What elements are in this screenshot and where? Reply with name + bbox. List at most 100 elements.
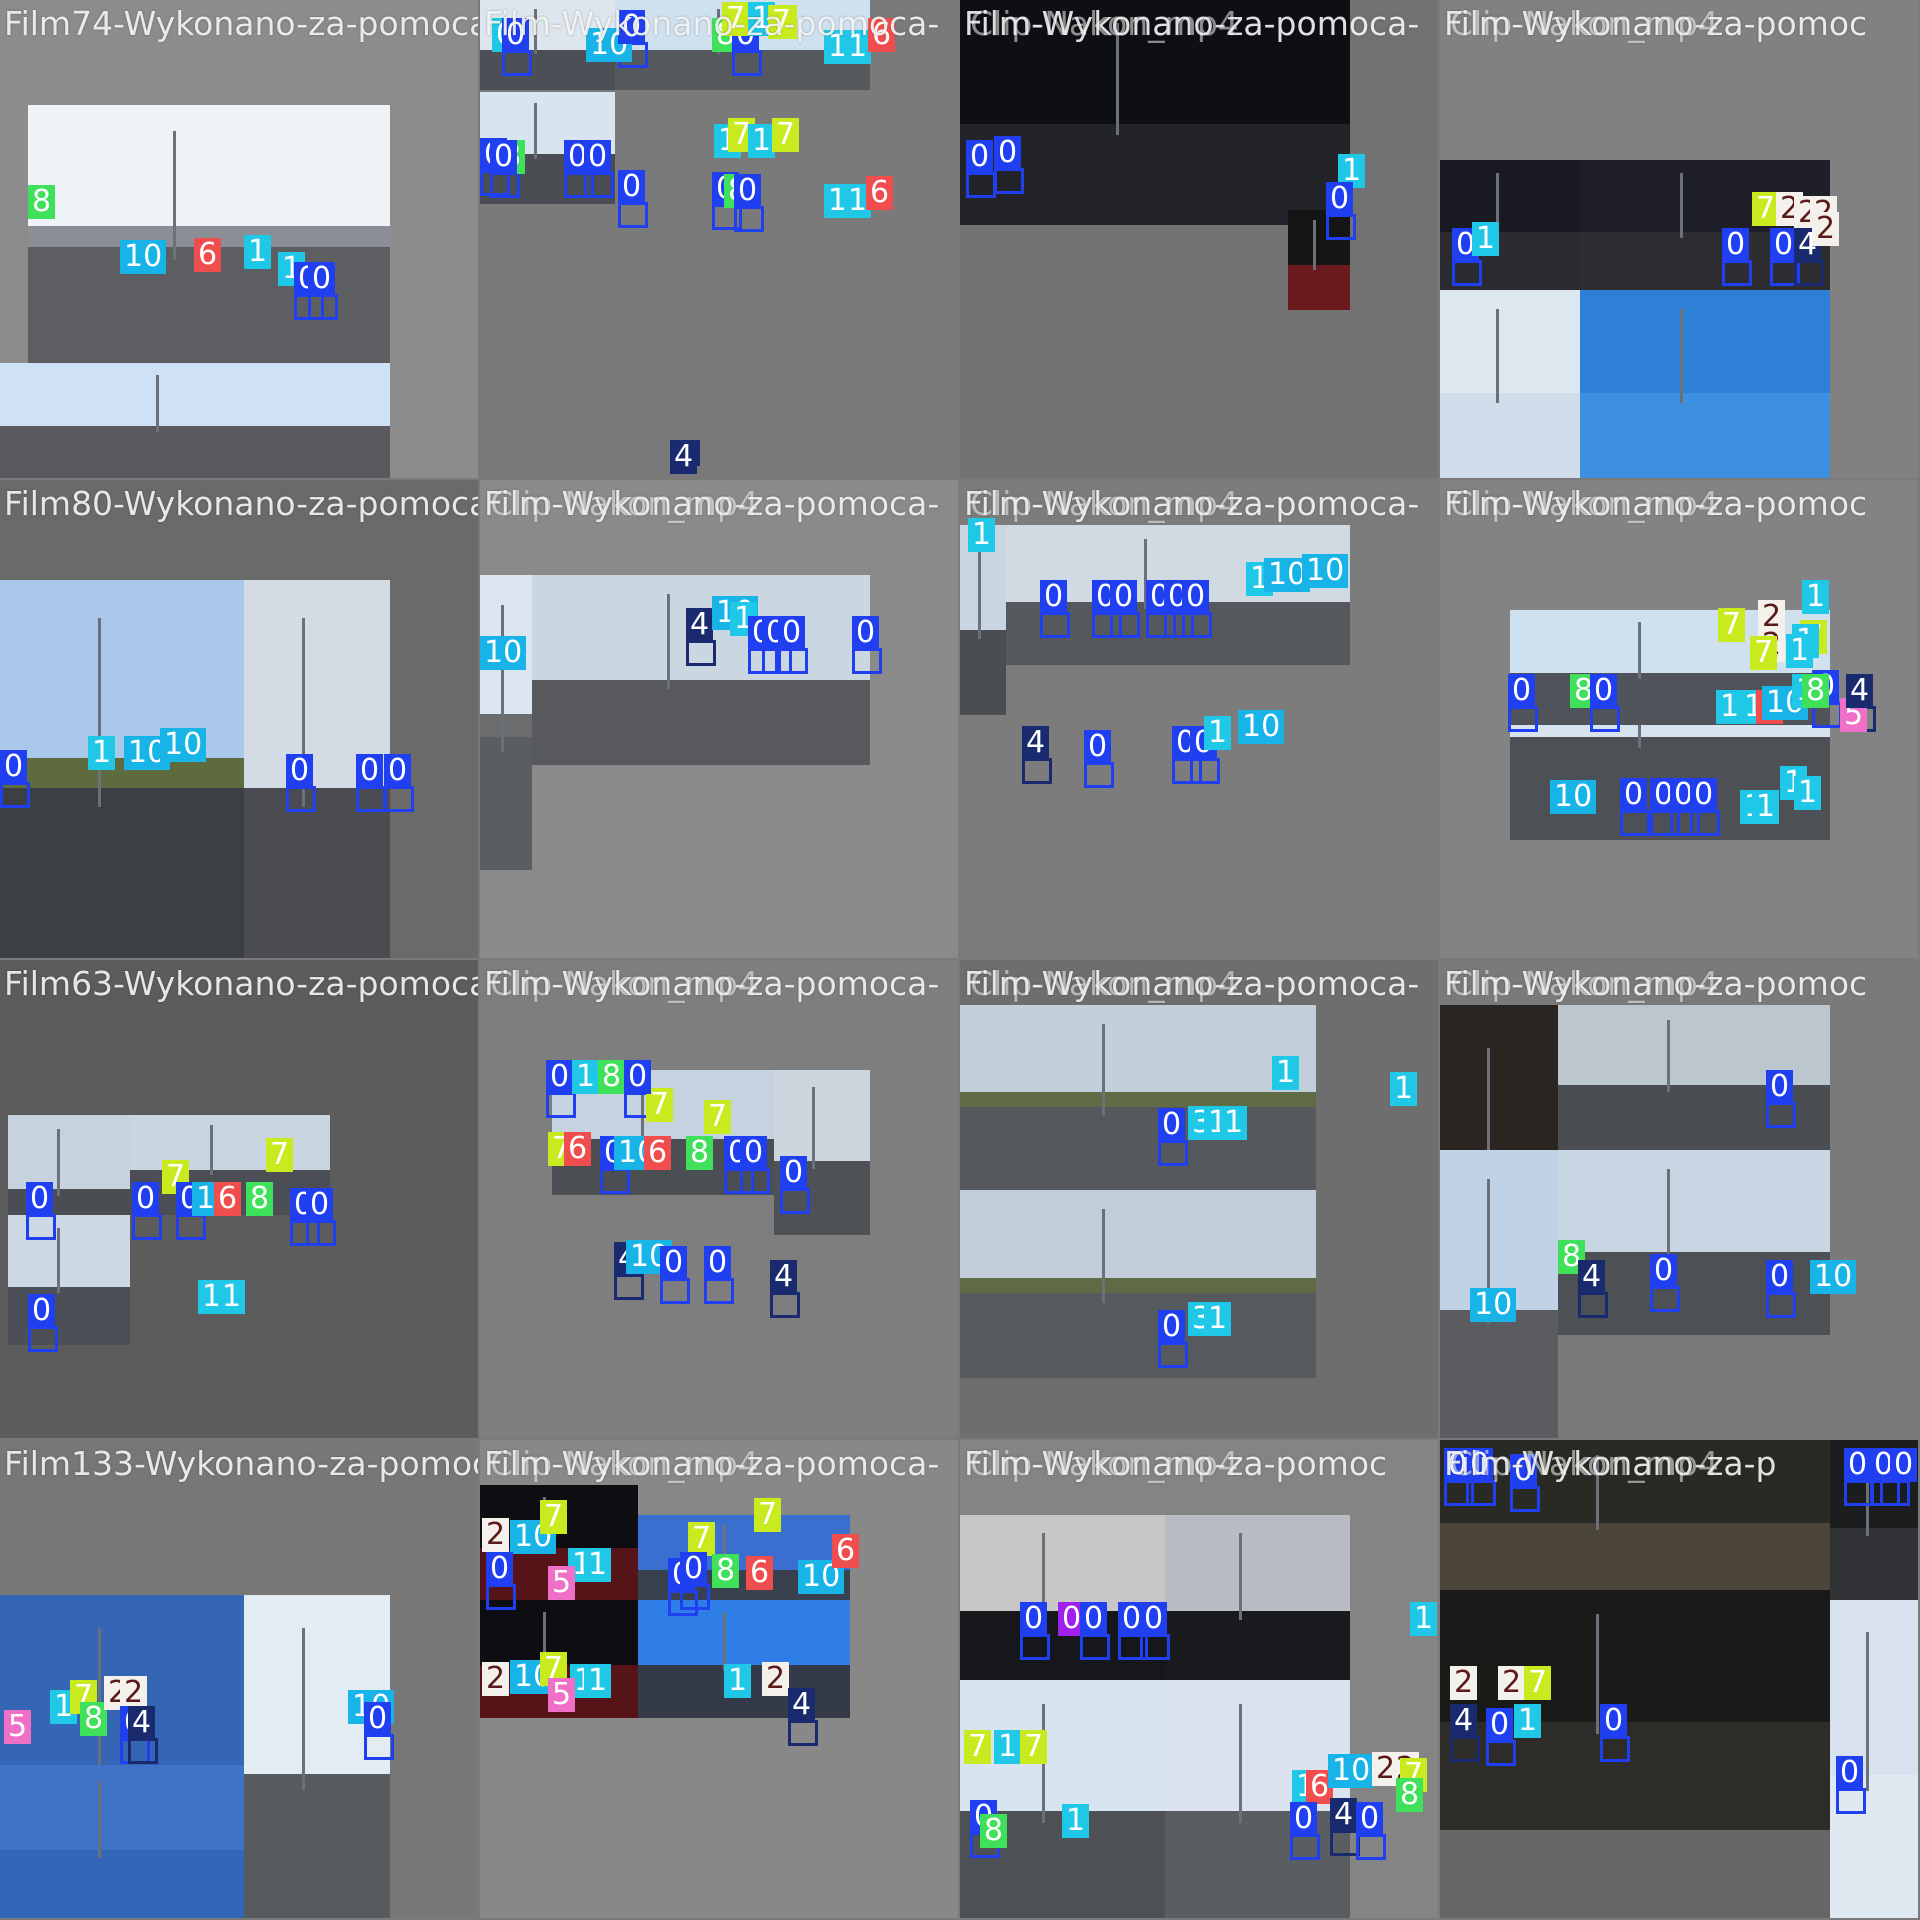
detection-box bbox=[1110, 612, 1140, 638]
detection-label: 0 bbox=[490, 140, 518, 174]
detection-label: 1 bbox=[1204, 1302, 1232, 1336]
tile-title: Clip-Nakon_mp4 bbox=[490, 964, 759, 1003]
detection-label: 1 bbox=[1786, 634, 1814, 668]
detection-label: 8 bbox=[598, 1060, 626, 1094]
detection-box bbox=[306, 1220, 336, 1246]
road-surface bbox=[1165, 1810, 1350, 1918]
detection-label: 10 bbox=[1470, 1288, 1517, 1322]
detection-box bbox=[486, 1584, 516, 1610]
detection-label: 0 bbox=[286, 754, 314, 788]
detection-label: 1 bbox=[1410, 1602, 1438, 1636]
tile-title: Clip-Nakon_mp4 bbox=[970, 964, 1239, 1003]
mosaic-tile: Film-Wykonano-za-p Clip-Nakon_mp4 0 0 0 0 0 0 2 2… bbox=[1440, 1440, 1918, 1918]
road-surface bbox=[1440, 1522, 1830, 1590]
road-photo-fragment bbox=[532, 575, 870, 765]
road-surface bbox=[244, 787, 390, 958]
lamp-pole bbox=[1239, 1532, 1242, 1620]
detection-label: 8 bbox=[1802, 674, 1830, 708]
mosaic-tile: Film74-Wykonano-za-pomoca-81061100 bbox=[0, 0, 478, 478]
tile-title: Film-Wykonano-za-pomoca- bbox=[484, 4, 940, 43]
detection-label: 0 bbox=[704, 1246, 732, 1280]
detection-box bbox=[286, 786, 316, 812]
detection-label: 0 bbox=[1020, 1602, 1048, 1636]
road-surface bbox=[1830, 1528, 1918, 1600]
detection-label: 0 bbox=[26, 1182, 54, 1216]
road-photo-fragment bbox=[28, 105, 390, 363]
tile-title: Film74-Wykonano-za-pomoca- bbox=[4, 4, 478, 43]
lamp-pole bbox=[1239, 1703, 1242, 1823]
lamp-pole bbox=[98, 1780, 101, 1858]
detection-label: 4 bbox=[1330, 1798, 1358, 1832]
detection-label: 10 bbox=[480, 636, 527, 670]
detection-label: 4 bbox=[1450, 1704, 1478, 1738]
detection-label: 6 bbox=[564, 1132, 592, 1166]
detection-label: 1 bbox=[1514, 1704, 1542, 1738]
detection-label: 4 bbox=[1578, 1260, 1606, 1294]
detection-box bbox=[308, 294, 338, 320]
detection-box bbox=[734, 206, 764, 232]
road-surface bbox=[8, 1286, 130, 1345]
detection-label: 1 bbox=[1062, 1804, 1090, 1838]
road-surface bbox=[244, 1773, 390, 1918]
detection-label: 1 bbox=[1794, 776, 1822, 810]
mosaic-tile: Film-Wykonano-za-pomoca-Clip-Nakon_mp410… bbox=[480, 480, 958, 958]
detection-label: 4 bbox=[788, 1688, 816, 1722]
lamp-pole bbox=[1680, 173, 1683, 238]
detection-box bbox=[614, 1274, 644, 1300]
detection-label: 0 bbox=[1080, 1602, 1108, 1636]
lamp-pole bbox=[57, 1228, 60, 1293]
detection-label: 0 bbox=[1890, 1448, 1918, 1482]
detection-label: 0 bbox=[1356, 1802, 1384, 1836]
lamp-pole bbox=[723, 1611, 726, 1671]
detection-label: 0 bbox=[740, 1136, 768, 1170]
detection-label: 10 bbox=[1810, 1260, 1857, 1294]
mosaic-tile: Film-Wykonano-za-pomoca- Clip-Nakon_mp4 2 1… bbox=[480, 1440, 958, 1918]
detection-label: 10 bbox=[1238, 710, 1285, 744]
lamp-pole bbox=[1496, 308, 1499, 403]
detection-label: 4 bbox=[1022, 726, 1050, 760]
detection-box bbox=[1158, 1342, 1188, 1368]
detection-label: 5 bbox=[548, 1678, 576, 1712]
detection-label: 0 bbox=[1158, 1108, 1186, 1142]
detection-label: 0 bbox=[1110, 580, 1138, 614]
detection-label: 2 bbox=[482, 1518, 510, 1552]
mosaic-tile: Film-Wykonano-za-pomocClip-Nakon_mp47227… bbox=[1440, 480, 1918, 958]
detection-label: 7 bbox=[540, 1500, 568, 1534]
roadside-strip bbox=[480, 713, 532, 738]
detection-label: 0 bbox=[546, 1060, 574, 1094]
detection-box bbox=[660, 1278, 690, 1304]
detection-label: 0 bbox=[1040, 580, 1068, 614]
detection-label: 0 bbox=[1650, 1254, 1678, 1288]
detection-box bbox=[384, 786, 414, 812]
lamp-pole bbox=[1102, 1023, 1105, 1116]
detection-box bbox=[1450, 1736, 1480, 1762]
tile-title: Film80-Wykonano-za-pomoca- bbox=[4, 484, 478, 523]
tile-title: Clip-Nakon_mp4 bbox=[1450, 1444, 1719, 1483]
detection-box bbox=[26, 1214, 56, 1240]
detection-label: 0 bbox=[384, 754, 412, 788]
lamp-pole bbox=[1638, 621, 1641, 679]
detection-box bbox=[852, 648, 882, 674]
mosaic-tile: Film-Wykonano-za-pomoca- Clip-Nakon_mp4 1 1… bbox=[960, 960, 1438, 1438]
tile-title: Film63-Wykonano-za-pomoca- bbox=[4, 964, 478, 1003]
detection-label: 6 bbox=[746, 1556, 774, 1590]
detection-label: 0 bbox=[778, 616, 806, 650]
detection-box bbox=[1140, 1634, 1170, 1660]
detection-label: 0 bbox=[1600, 1704, 1628, 1738]
detection-box bbox=[502, 50, 532, 76]
detection-label: 0 bbox=[584, 140, 612, 174]
mosaic-grid: Film74-Wykonano-za-pomoca-81061100Film-W… bbox=[0, 0, 1920, 1920]
detection-box bbox=[1510, 1486, 1540, 1512]
road-surface bbox=[1288, 265, 1350, 310]
roadside-strip bbox=[0, 757, 244, 788]
detection-label: 10 bbox=[120, 240, 167, 274]
detection-box bbox=[704, 1278, 734, 1304]
detection-label: 7 bbox=[1750, 636, 1778, 670]
road-photo-fragment bbox=[638, 1600, 850, 1718]
lamp-pole bbox=[173, 130, 176, 260]
lamp-pole bbox=[978, 544, 981, 639]
detection-box bbox=[788, 1720, 818, 1746]
detection-box bbox=[600, 1168, 630, 1194]
detection-label: 7 bbox=[704, 1100, 732, 1134]
lamp-pole bbox=[1680, 308, 1683, 403]
